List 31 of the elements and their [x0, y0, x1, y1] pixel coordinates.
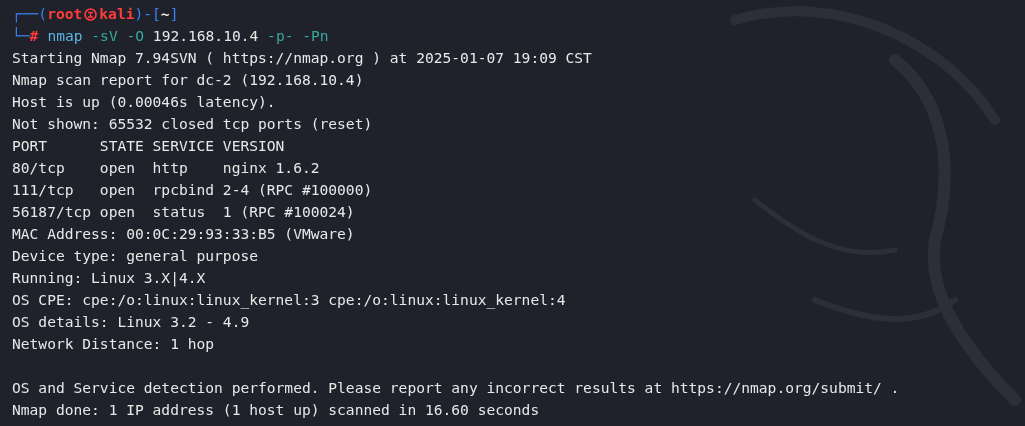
output-line: Device type: general purpose [12, 246, 259, 266]
output-line: Nmap done: 1 IP address (1 host up) scanned in 16.60 seconds [12, 400, 541, 420]
prompt-directory: ~ [160, 4, 170, 24]
prompt-frame: └─ [12, 25, 30, 47]
output-line: MAC Address: 00:0C:29:93:33:B5 (VMware) [12, 224, 356, 244]
output-line: Network Distance: 1 hop [12, 334, 216, 354]
output-line: Host is up (0.00046s latency). [12, 92, 277, 112]
prompt-frame: ┌──( [12, 3, 48, 25]
prompt-frame: )-[ [134, 3, 161, 25]
command-option: -Pn [302, 25, 329, 47]
output-line: OS and Service detection performed. Please report any incorrect results at https://nmap.org/submit/ . [12, 378, 901, 398]
output-line: OS details: Linux 3.2 - 4.9 [12, 312, 251, 332]
output-line: Starting Nmap 7.94SVN ( https://nmap.org ) at 2025-01-07 19:09 CST [12, 48, 593, 68]
output-line: 80/tcp open http nginx 1.6.2 [12, 158, 321, 178]
command-option: -O [126, 25, 145, 47]
command-argument: 192.168.10.4 [152, 26, 259, 46]
output-line: PORT STATE SERVICE VERSION [12, 136, 286, 156]
prompt-symbol: # [29, 26, 39, 46]
command-option: -sV [91, 25, 118, 47]
command-option: -p- [267, 25, 294, 47]
prompt-user: root [47, 4, 83, 24]
output-line: Not shown: 65532 closed tcp ports (reset) [12, 114, 374, 134]
prompt-host: kali [99, 4, 135, 24]
command-name: nmap [47, 26, 83, 46]
output-line: Nmap scan report for dc-2 (192.168.10.4) [12, 70, 365, 90]
output-line: 111/tcp open rpcbind 2-4 (RPC #100000) [12, 180, 374, 200]
prompt-frame: ] [169, 3, 179, 25]
circled-symbol-icon [84, 7, 98, 21]
output-line: Running: Linux 3.X|4.X [12, 268, 207, 289]
output-line: OS CPE: cpe:/o:linux:linux_kernel:3 cpe:/o:linux:linux_kernel:4 [12, 290, 567, 311]
output-line: 56187/tcp open status 1 (RPC #100024) [12, 202, 356, 222]
